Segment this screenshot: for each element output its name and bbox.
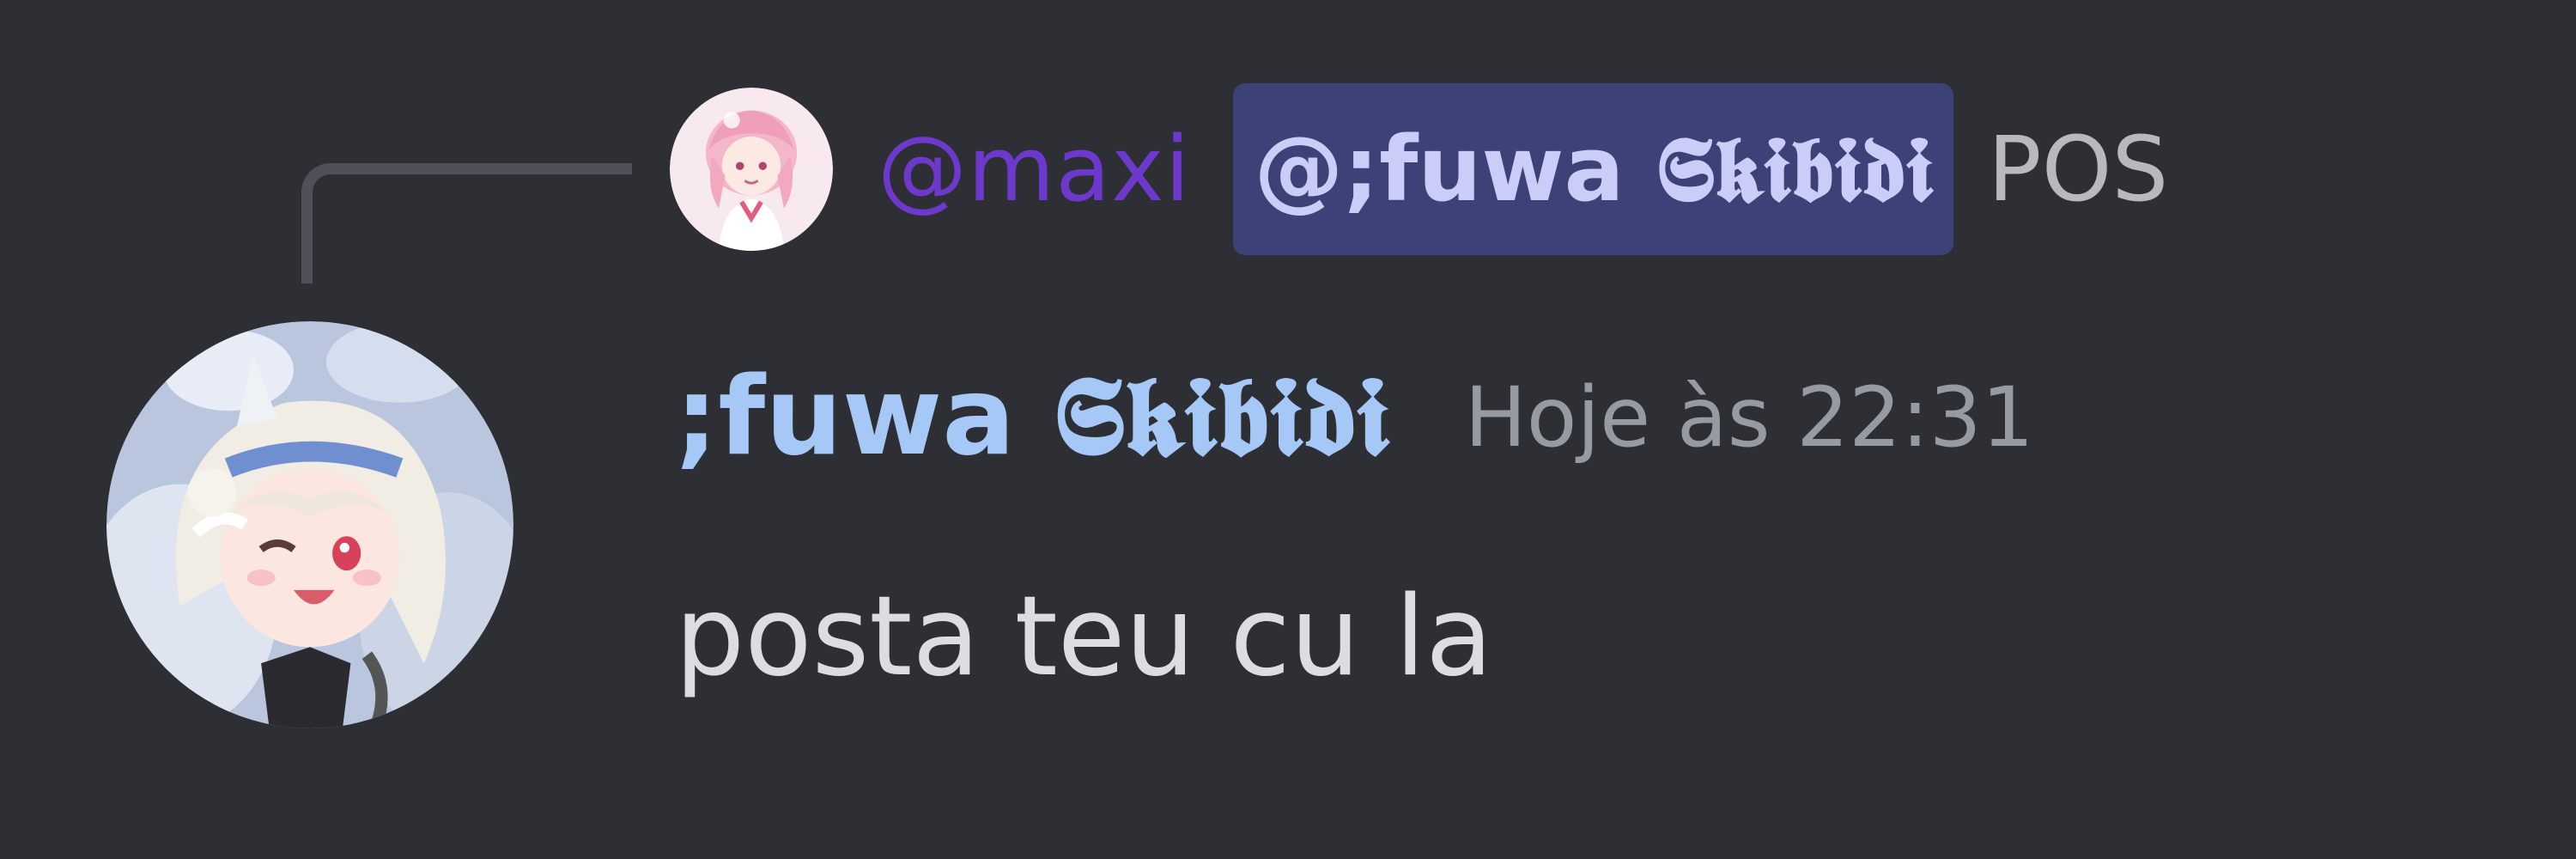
reply-author-name[interactable]: @maxi (878, 117, 1190, 222)
reply-avatar[interactable] (670, 88, 833, 251)
reply-connector-line (301, 163, 632, 283)
message-timestamp[interactable]: Hoje às 22:31 (1465, 369, 2034, 466)
message-author-avatar[interactable] (106, 321, 513, 728)
reply-mention[interactable]: @;fuwa 𝕾𝖐𝖎𝖇𝖎𝖉𝖎 (1233, 83, 1953, 255)
message-content: posta teu cu la (675, 573, 1493, 701)
reply-snippet[interactable]: POS (1988, 117, 2169, 222)
message-header: ;fuwa 𝕾𝖐𝖎𝖇𝖎𝖉𝖎 Hoje às 22:31 (675, 340, 2034, 495)
reply-reference[interactable]: @maxi @;fuwa 𝕾𝖐𝖎𝖇𝖎𝖉𝖎 POS (670, 83, 2168, 255)
message-author-name[interactable]: ;fuwa 𝕾𝖐𝖎𝖇𝖎𝖉𝖎 (675, 353, 1389, 482)
